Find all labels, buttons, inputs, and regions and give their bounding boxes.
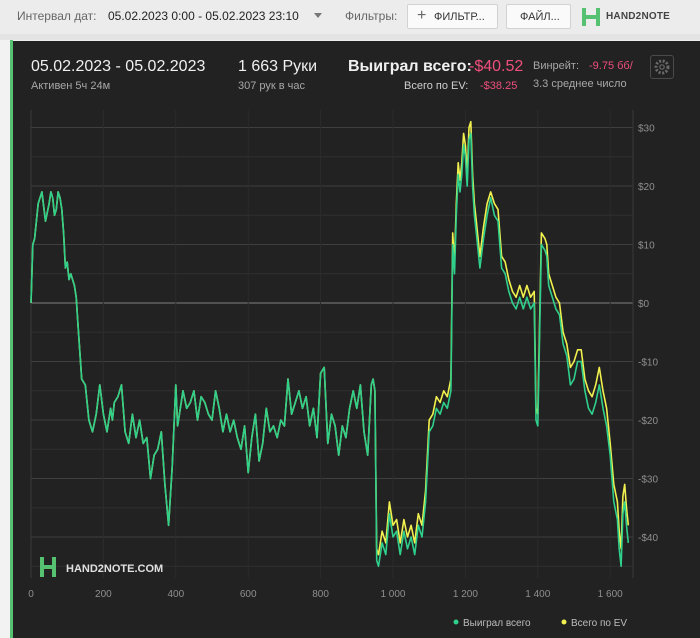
x-tick-label: 400 <box>167 589 184 600</box>
x-tick-label: 600 <box>240 589 257 600</box>
legend-marker-won <box>453 619 459 625</box>
x-tick-label: 0 <box>28 589 34 600</box>
legend-won[interactable]: Выиграл всего <box>463 618 531 629</box>
y-tick-label: $10 <box>638 241 655 252</box>
x-tick-label: 1 200 <box>453 589 478 600</box>
series-ev-line <box>30 120 630 556</box>
y-tick-label: -$10 <box>638 358 658 369</box>
x-tick-label: 1 000 <box>380 589 405 600</box>
y-tick-label: $0 <box>638 299 650 310</box>
chart-legend: Выиграл всего Всего по EV <box>453 618 627 629</box>
x-tick-label: 1 400 <box>525 589 550 600</box>
y-tick-label: $30 <box>638 124 655 135</box>
profit-chart: $30 $20 $10 $0 -$10 -$20 -$30 -$40 0 200 400 600 800… <box>28 110 658 629</box>
x-tick-label: 1 600 <box>598 589 623 600</box>
y-tick-label: -$20 <box>638 416 658 427</box>
legend-ev[interactable]: Всего по EV <box>571 618 627 629</box>
y-tick-label: -$30 <box>638 475 658 486</box>
x-tick-label: 800 <box>312 589 329 600</box>
legend-marker-ev <box>561 619 567 625</box>
y-tick-label: -$40 <box>638 533 658 544</box>
x-tick-label: 200 <box>95 589 112 600</box>
watermark-text: HAND2NOTE.COM <box>66 563 163 575</box>
series-won-line <box>30 132 630 568</box>
y-tick-label: $20 <box>638 182 655 193</box>
hand2note-watermark: HAND2NOTE.COM <box>40 557 163 577</box>
